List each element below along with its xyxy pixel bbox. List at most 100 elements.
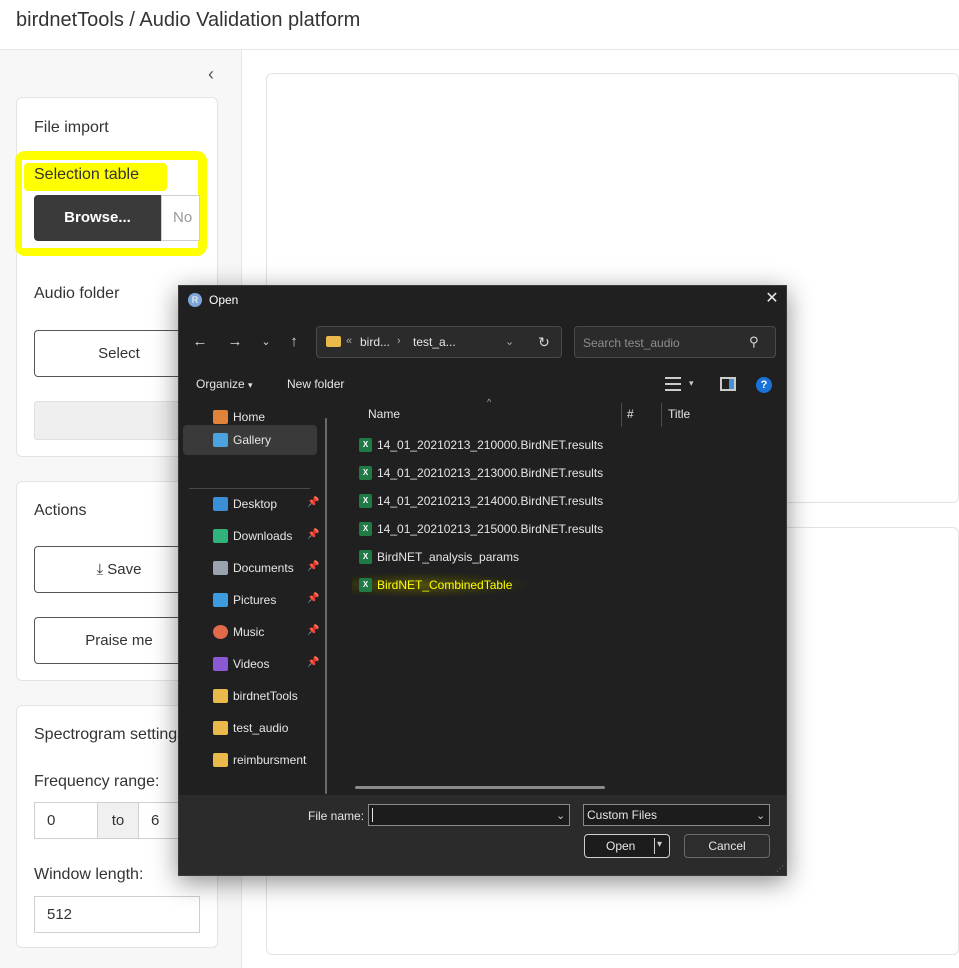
pin-icon[interactable]: 📌 <box>307 625 319 636</box>
pictures-icon <box>213 593 228 607</box>
column-header-name[interactable]: Name <box>368 407 400 421</box>
preview-pane-icon[interactable] <box>720 377 736 391</box>
nav-item-pictures[interactable]: Pictures 📌 <box>183 585 319 615</box>
browse-button[interactable]: Browse... <box>34 195 161 241</box>
file-name: 14_01_20210213_210000.BirdNET.results <box>377 438 604 452</box>
nav-item-desktop[interactable]: Desktop 📌 <box>183 489 319 519</box>
view-list-icon[interactable] <box>665 377 681 391</box>
freq-min-input[interactable]: 0 <box>34 802 98 839</box>
nav-item-reimbursment[interactable]: reimbursment <box>183 745 317 775</box>
save-label: Save <box>107 561 142 578</box>
forward-arrow-icon[interactable]: → <box>225 333 245 351</box>
nav-item-music[interactable]: Music 📌 <box>183 617 319 647</box>
back-arrow-icon[interactable]: ← <box>190 333 210 351</box>
window-length-input[interactable]: 512 <box>34 896 200 933</box>
spectrogram-title: Spectrogram settings <box>34 726 184 743</box>
documents-icon <box>213 561 228 575</box>
column-header-title[interactable]: Title <box>668 407 690 421</box>
folder-icon <box>213 689 228 703</box>
nav-label: Desktop <box>233 497 278 511</box>
file-name-label: File name: <box>308 809 365 823</box>
text-cursor <box>372 808 373 822</box>
pin-icon[interactable]: 📌 <box>307 529 319 540</box>
pin-icon[interactable]: 📌 <box>307 497 319 508</box>
file-row[interactable]: X 14_01_20210213_215000.BirdNET.results <box>354 517 614 541</box>
address-bar[interactable]: « bird... › test_a... ⌄ <box>316 326 562 358</box>
nav-item-downloads[interactable]: Downloads 📌 <box>183 521 319 551</box>
help-icon[interactable]: ? <box>756 377 772 393</box>
search-input[interactable]: Search test_audio ⚲ <box>574 326 776 358</box>
up-arrow-icon[interactable]: ↑ <box>284 333 304 351</box>
column-header-number[interactable]: # <box>627 407 634 421</box>
folder-icon <box>213 753 228 767</box>
file-name: BirdNET_analysis_params <box>377 550 520 564</box>
freq-max-input[interactable]: 6 <box>138 802 183 839</box>
excel-file-icon: X <box>359 522 372 536</box>
refresh-icon[interactable]: ↻ <box>535 333 553 351</box>
address-segment-bird[interactable]: bird... <box>360 335 390 349</box>
nav-label: Gallery <box>233 433 272 447</box>
nav-label: test_audio <box>233 721 289 735</box>
pin-icon[interactable]: 📌 <box>307 593 319 604</box>
file-type-select[interactable]: Custom Files ⌄ <box>583 804 770 826</box>
file-row[interactable]: X 14_01_20210213_213000.BirdNET.results <box>354 461 614 485</box>
desktop-icon <box>213 497 228 511</box>
new-folder-button[interactable]: New folder <box>287 377 344 391</box>
chevron-down-icon[interactable]: ⌄ <box>556 809 565 822</box>
horizontal-scrollbar[interactable] <box>355 786 605 789</box>
audio-folder-label: Audio folder <box>34 285 120 302</box>
music-icon <box>213 625 228 639</box>
file-name-input[interactable]: ⌄ <box>368 804 570 826</box>
address-segment-test[interactable]: test_a... <box>413 335 456 349</box>
search-icon: ⚲ <box>749 334 759 349</box>
split-divider <box>654 838 655 854</box>
caret-down-icon: ▾ <box>248 380 253 390</box>
excel-file-icon: X <box>359 466 372 480</box>
r-app-icon: R <box>188 293 202 307</box>
nav-item-birdnettools[interactable]: birdnetTools <box>183 681 317 711</box>
dialog-titlebar: R Open ✕ <box>179 286 786 314</box>
excel-file-icon: X <box>359 550 372 564</box>
organize-menu[interactable]: Organize ▾ <box>196 377 253 391</box>
column-separator[interactable] <box>621 403 622 427</box>
excel-file-icon: X <box>359 494 372 508</box>
chevron-left-icon[interactable]: ‹ <box>202 64 220 84</box>
nav-item-documents[interactable]: Documents 📌 <box>183 553 319 583</box>
cancel-button[interactable]: Cancel <box>684 834 770 858</box>
excel-file-icon: X <box>359 578 372 592</box>
nav-scrollbar[interactable] <box>325 418 327 794</box>
to-label: to <box>98 802 138 839</box>
nav-item-test-audio[interactable]: test_audio <box>183 713 317 743</box>
dialog-title: Open <box>209 293 239 307</box>
file-row[interactable]: X BirdNET_analysis_params <box>354 545 614 569</box>
caret-down-icon[interactable]: ▾ <box>657 839 662 850</box>
resize-grip-icon[interactable]: ⋰ <box>776 864 784 873</box>
folder-icon <box>326 336 341 347</box>
nav-item-videos[interactable]: Videos 📌 <box>183 649 319 679</box>
chevron-down-icon: ⌄ <box>756 810 766 822</box>
file-row-highlighted[interactable]: X BirdNET_CombinedTable <box>352 573 527 597</box>
gallery-icon <box>213 433 228 447</box>
close-icon[interactable]: ✕ <box>763 289 781 309</box>
nav-item-gallery[interactable]: Gallery <box>183 425 317 455</box>
chevron-down-icon[interactable]: ⌄ <box>505 335 514 348</box>
pin-icon[interactable]: 📌 <box>307 657 319 668</box>
file-row[interactable]: X 14_01_20210213_214000.BirdNET.results <box>354 489 614 513</box>
file-row[interactable]: X 14_01_20210213_210000.BirdNET.results <box>354 433 614 457</box>
caret-down-icon[interactable]: ▾ <box>689 378 694 389</box>
open-file-dialog: R Open ✕ ← → ⌄ ↑ « bird... › test_a... ⌄… <box>178 285 787 876</box>
folder-icon <box>213 721 228 735</box>
column-separator[interactable] <box>661 403 662 427</box>
excel-file-icon: X <box>359 438 372 452</box>
pin-icon[interactable]: 📌 <box>307 561 319 572</box>
address-overflow[interactable]: « <box>346 335 352 347</box>
nav-label: Downloads <box>233 529 293 543</box>
navigation-pane: Home Gallery Desktop 📌 Downloads 📌 Docum… <box>179 402 329 795</box>
chevron-down-icon[interactable]: ⌄ <box>256 333 276 351</box>
window-length-label: Window length: <box>34 866 144 883</box>
open-button[interactable]: Open ▾ <box>584 834 670 858</box>
selection-file-field[interactable]: No <box>161 195 200 241</box>
actions-title: Actions <box>34 502 87 519</box>
chevron-right-icon: › <box>397 335 401 347</box>
organize-label: Organize <box>196 377 245 391</box>
